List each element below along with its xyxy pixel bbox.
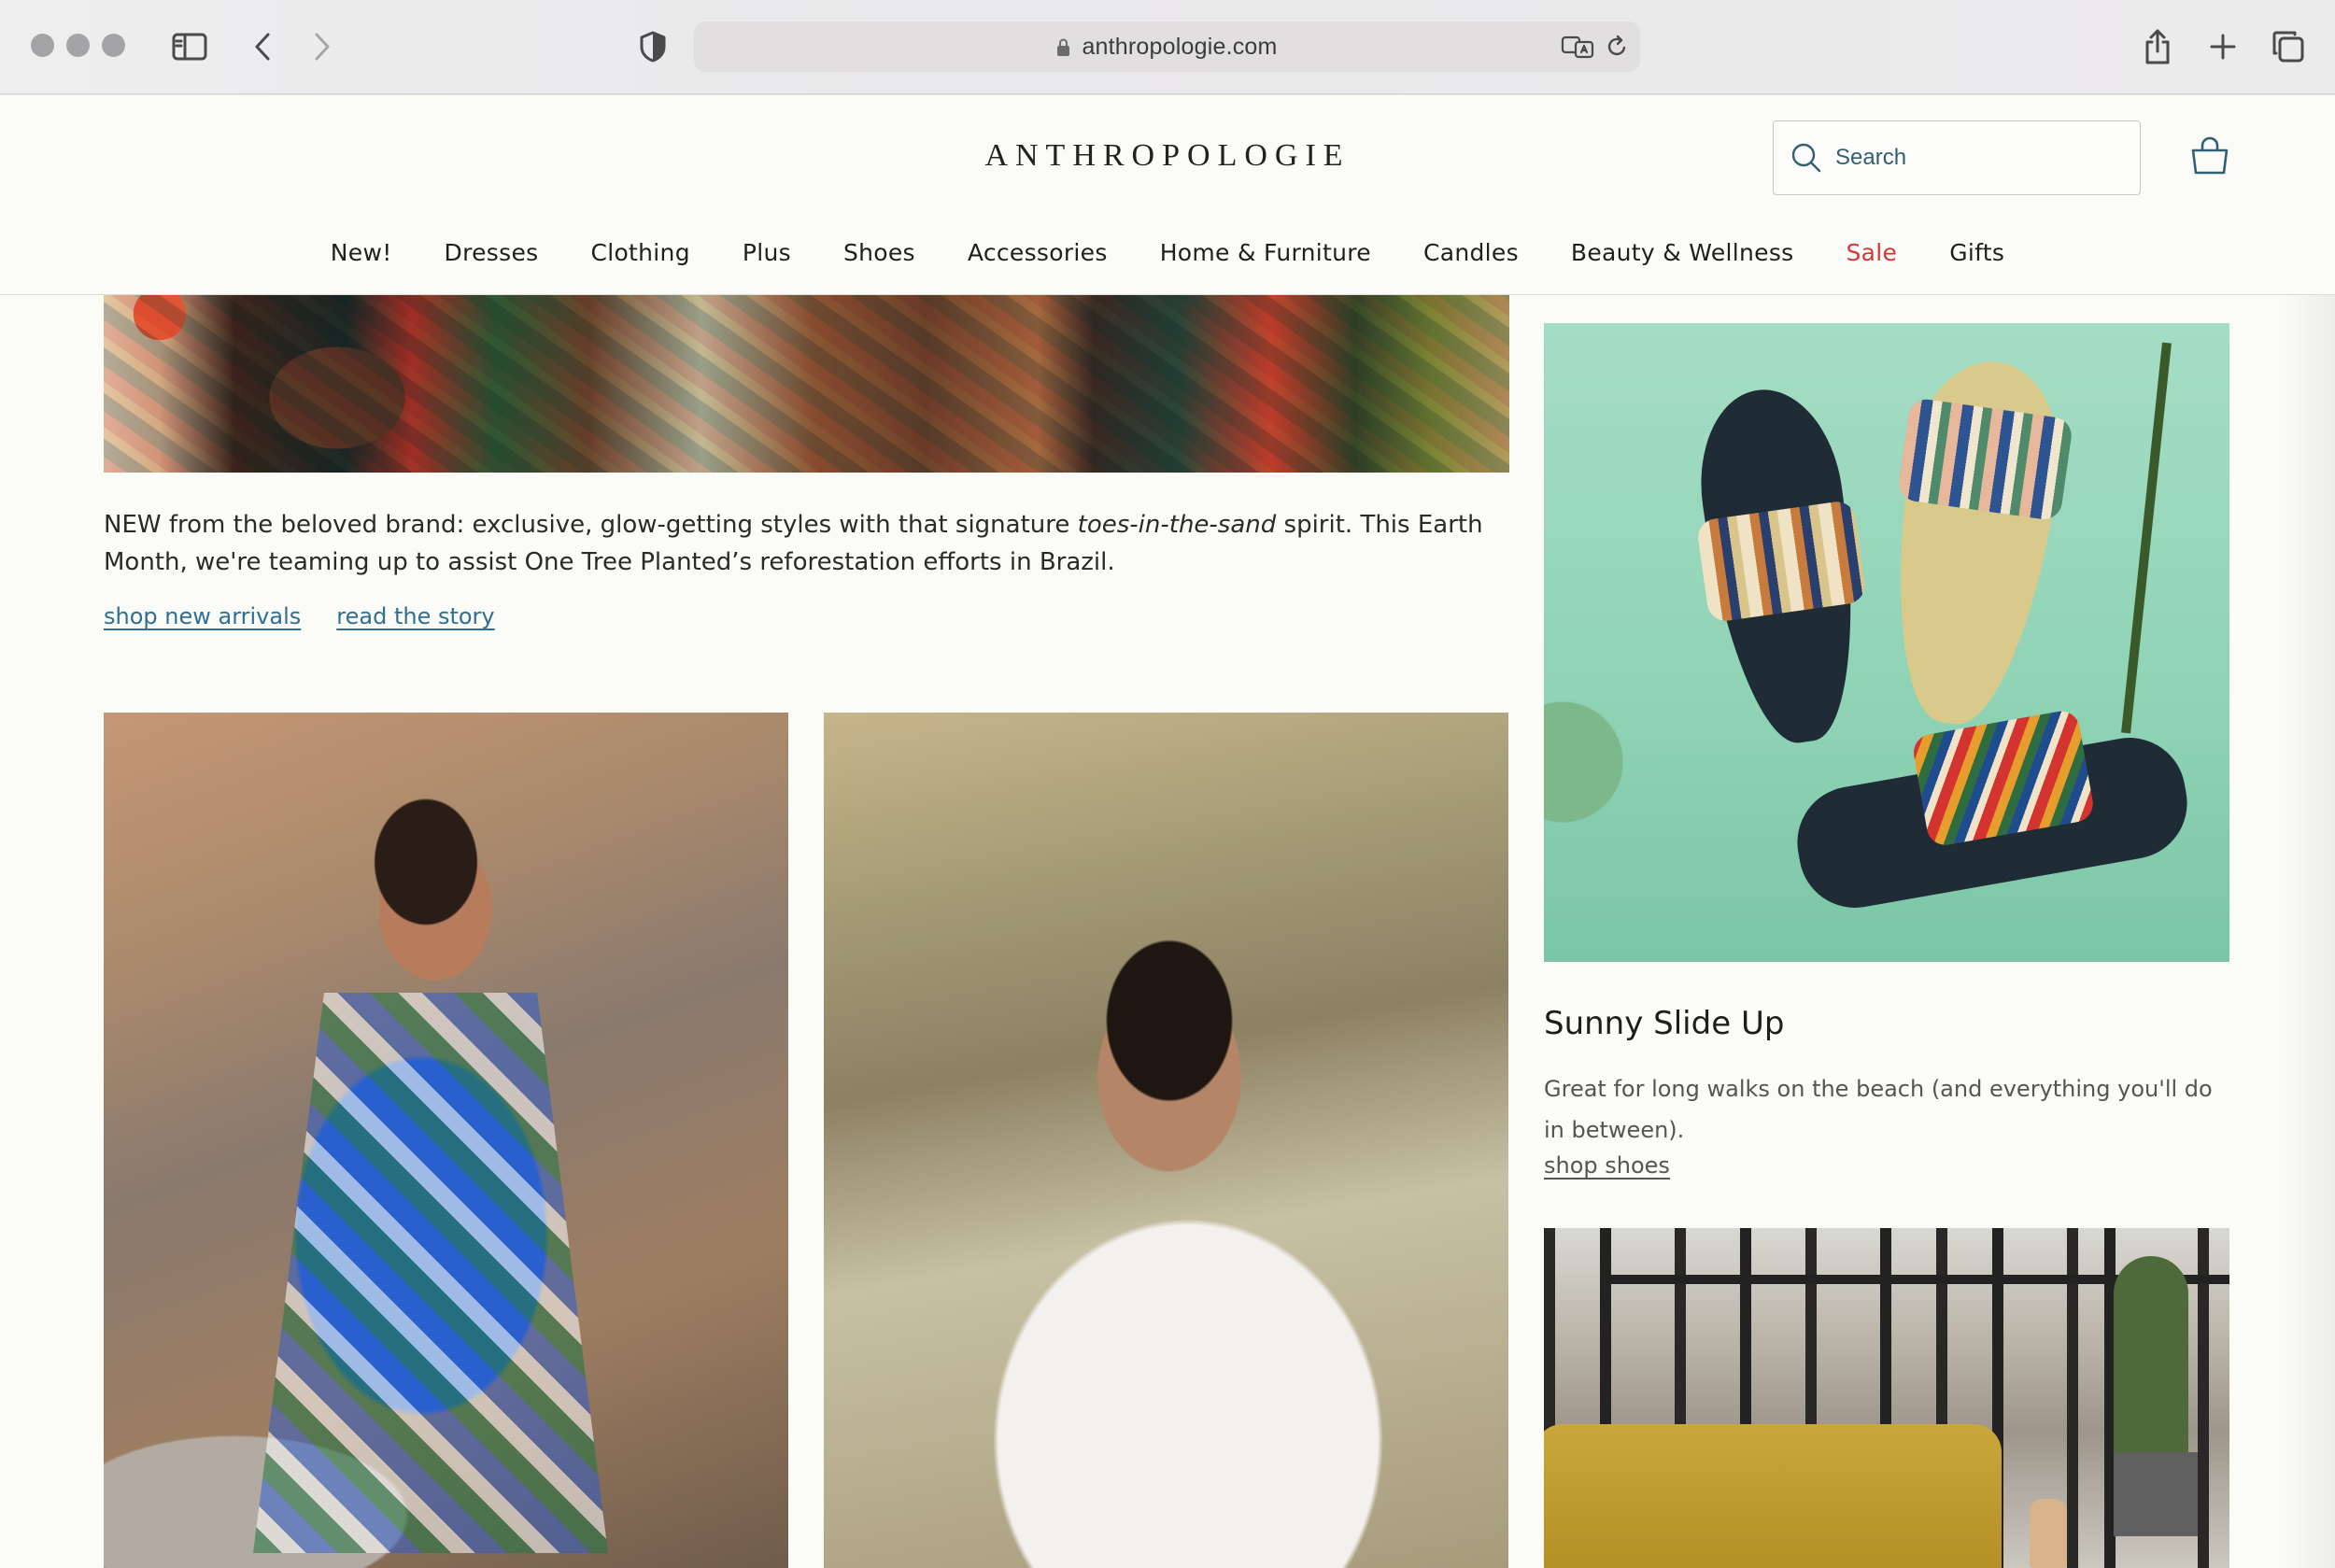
nav-item-beauty-wellness[interactable]: Beauty & Wellness: [1545, 239, 1820, 266]
lock-icon: [1056, 38, 1070, 56]
sofa-image: [1544, 1424, 2002, 1568]
tab-overview-icon[interactable]: [2268, 26, 2309, 67]
reload-icon[interactable]: [1603, 32, 1631, 62]
vase-decoration: [2030, 1499, 2067, 1568]
nav-item-home-furniture[interactable]: Home & Furniture: [1134, 239, 1397, 266]
nav-item-gifts[interactable]: Gifts: [1923, 239, 2031, 266]
read-the-story-link[interactable]: read the story: [336, 603, 494, 629]
model-photo-geometric-dress[interactable]: [104, 713, 788, 1568]
nav-item-shoes[interactable]: Shoes: [817, 239, 941, 266]
search-field[interactable]: [1773, 120, 2141, 195]
main-nav: New! Dresses Clothing Plus Shoes Accesso…: [0, 239, 2335, 266]
model-photo-white-shirt[interactable]: [824, 713, 1508, 1568]
nav-item-candles[interactable]: Candles: [1397, 239, 1545, 266]
forward-icon[interactable]: [308, 28, 336, 65]
translate-icon[interactable]: [1560, 32, 1595, 62]
close-window-button[interactable]: [31, 34, 54, 57]
sidebar-icon[interactable]: [171, 28, 208, 65]
card-title: Sunny Slide Up: [1544, 1005, 1785, 1042]
nav-item-plus[interactable]: Plus: [716, 239, 817, 266]
url-text: anthropologie.com: [1082, 33, 1278, 60]
feature-text-part: NEW from the beloved brand: exclusive, g…: [104, 511, 1078, 539]
nav-item-dresses[interactable]: Dresses: [418, 239, 565, 266]
planter-decoration: [2114, 1452, 2198, 1536]
nav-item-accessories[interactable]: Accessories: [941, 239, 1134, 266]
nav-item-clothing[interactable]: Clothing: [564, 239, 715, 266]
sandals-photo[interactable]: [1544, 323, 2229, 962]
site-header: ANTHROPOLOGIE New! Dresses Clothing Plus…: [0, 95, 2335, 295]
web-page: ANTHROPOLOGIE New! Dresses Clothing Plus…: [0, 95, 2335, 1568]
search-input[interactable]: [1835, 145, 2097, 171]
card-description: Great for long walks on the beach (and e…: [1544, 1076, 2213, 1143]
search-icon[interactable]: [1790, 142, 1822, 174]
back-icon[interactable]: [248, 28, 276, 65]
feature-text-italic: toes-in-the-sand: [1077, 511, 1277, 539]
shop-new-arrivals-link[interactable]: shop new arrivals: [104, 603, 301, 629]
window-edge-shadow: [2279, 95, 2335, 1568]
hero-image[interactable]: [104, 295, 1509, 473]
window-controls[interactable]: [31, 34, 125, 57]
shopping-bag-icon[interactable]: [2189, 135, 2230, 177]
nav-item-new[interactable]: New!: [304, 239, 418, 266]
zoom-window-button[interactable]: [102, 34, 125, 57]
share-icon[interactable]: [2139, 26, 2176, 67]
plant-decoration: [2121, 342, 2172, 734]
address-bar[interactable]: anthropologie.com: [694, 21, 1640, 72]
sandal-image: [1874, 351, 2073, 734]
nav-item-sale[interactable]: Sale: [1820, 239, 1924, 266]
browser-toolbar: anthropologie.com: [0, 0, 2335, 94]
shop-shoes-link[interactable]: shop shoes: [1544, 1152, 1670, 1179]
sandal-image: [1788, 728, 2197, 917]
minimize-window-button[interactable]: [66, 34, 90, 57]
new-tab-icon[interactable]: [2204, 28, 2242, 65]
feature-links: shop new arrivals read the story: [104, 603, 495, 629]
feature-description: NEW from the beloved brand: exclusive, g…: [104, 506, 1509, 581]
shield-icon[interactable]: [637, 28, 669, 65]
sandal-image: [1688, 380, 1876, 752]
sofa-photo[interactable]: [1544, 1228, 2229, 1568]
